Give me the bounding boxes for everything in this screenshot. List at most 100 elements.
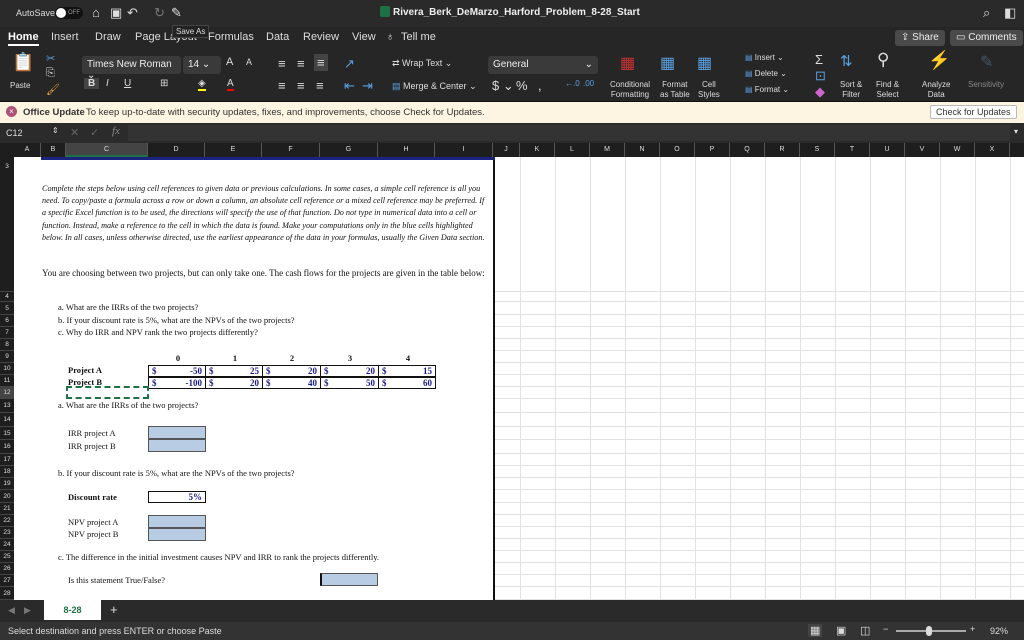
tab-draw[interactable]: Draw <box>95 31 121 43</box>
tab-review[interactable]: Review <box>303 31 339 43</box>
row-header-18[interactable]: 18 <box>0 466 14 478</box>
cut-icon[interactable]: ✂ <box>46 52 55 65</box>
decrease-decimal-icon[interactable]: .00 <box>583 79 594 88</box>
column-header-J[interactable]: J <box>493 143 520 157</box>
function-icon[interactable]: fx <box>112 125 120 137</box>
font-color-icon[interactable]: A <box>227 78 234 91</box>
column-header-M[interactable]: M <box>590 143 625 157</box>
row-header-3[interactable]: 3 <box>0 162 14 292</box>
cash-flow-cell[interactable]: $60 <box>378 377 436 389</box>
cash-flow-cell[interactable]: $20 <box>262 365 321 377</box>
row-header-13[interactable]: 13 <box>0 399 14 413</box>
true-false-input[interactable] <box>320 573 378 586</box>
cash-flow-cell[interactable]: $20 <box>320 365 379 377</box>
column-header-Q[interactable]: Q <box>730 143 765 157</box>
column-header-U[interactable]: U <box>870 143 905 157</box>
cash-flow-cell[interactable]: $20 <box>205 377 263 389</box>
worksheet-grid[interactable]: Complete the steps below using cell refe… <box>14 157 1024 600</box>
cash-flow-cell[interactable]: $ -50 <box>148 365 206 377</box>
cash-flow-cell[interactable]: $25 <box>205 365 263 377</box>
row-header-11[interactable]: 11 <box>0 375 14 387</box>
row-header-24[interactable]: 24 <box>0 539 14 551</box>
tab-insert[interactable]: Insert <box>51 31 79 43</box>
page-layout-view-icon[interactable]: ▣ <box>836 624 846 637</box>
italic-button[interactable]: I <box>106 78 109 89</box>
column-header-V[interactable]: V <box>905 143 940 157</box>
row-header-6[interactable]: 6 <box>0 315 14 327</box>
row-header-12[interactable]: 12 <box>0 387 14 399</box>
check-for-updates-button[interactable]: Check for Updates <box>930 105 1017 119</box>
column-header-T[interactable]: T <box>835 143 870 157</box>
zoom-slider[interactable] <box>896 626 966 636</box>
merge-center-button[interactable]: ▤ Merge & Center ⌄ <box>392 81 477 92</box>
fill-color-icon[interactable]: ◈ <box>198 78 206 91</box>
clear-icon[interactable]: ◆ <box>815 84 825 100</box>
find-select-label[interactable]: Find & Select <box>876 80 899 100</box>
orientation-icon[interactable]: ↗ <box>344 56 355 72</box>
enter-icon[interactable]: ✓ <box>90 126 99 139</box>
percent-icon[interactable]: % <box>516 78 528 93</box>
sensitivity-label[interactable]: Sensitivity <box>968 80 1004 90</box>
conditional-formatting-icon[interactable]: ▦ <box>620 53 635 73</box>
column-header-L[interactable]: L <box>555 143 590 157</box>
autosum-icon[interactable]: Σ <box>815 52 823 67</box>
conditional-formatting-label[interactable]: Conditional Formatting <box>610 80 650 100</box>
column-header-O[interactable]: O <box>660 143 695 157</box>
sort-filter-icon[interactable]: ⇅ <box>840 52 853 70</box>
column-header-B[interactable]: B <box>41 143 66 157</box>
normal-view-icon[interactable]: ▦ <box>808 624 823 637</box>
row-header-7[interactable]: 7 <box>0 327 14 339</box>
tab-formulas[interactable]: Formulas <box>208 31 254 43</box>
font-name-select[interactable]: Times New Roman ⌄ <box>82 56 181 81</box>
align-right-icon[interactable]: ≡ <box>316 78 324 93</box>
redo-icon[interactable]: ↻ <box>154 5 165 21</box>
irr-b-input[interactable] <box>148 439 206 452</box>
close-icon[interactable]: × <box>6 106 17 117</box>
row-header-15[interactable]: 15 <box>0 427 14 440</box>
zoom-in-button[interactable]: + <box>970 624 975 634</box>
align-middle-icon[interactable]: ≡ <box>297 56 305 71</box>
column-header-F[interactable]: F <box>262 143 320 157</box>
row-header-27[interactable]: 27 <box>0 575 14 587</box>
row-header-28[interactable]: 28 <box>0 587 14 600</box>
zoom-slider-thumb[interactable] <box>926 626 932 636</box>
column-header-W[interactable]: W <box>940 143 975 157</box>
row-header-10[interactable]: 10 <box>0 363 14 375</box>
tell-me[interactable]: Tell me <box>401 31 436 43</box>
next-sheet-icon[interactable]: ▶ <box>24 605 31 616</box>
increase-decimal-icon[interactable]: ←.0 <box>565 79 580 88</box>
insert-button[interactable]: ▤ Insert ⌄ <box>745 53 784 62</box>
column-header-C[interactable]: C <box>66 143 148 157</box>
borders-icon[interactable]: ⊞ <box>160 78 168 89</box>
row-header-20[interactable]: 20 <box>0 490 14 503</box>
document-title[interactable]: Rivera_Berk_DeMarzo_Harford_Problem_8-28… <box>393 7 640 18</box>
currency-icon[interactable]: $ ⌄ <box>492 78 514 94</box>
add-sheet-button[interactable]: + <box>110 602 118 617</box>
increase-font-icon[interactable]: A <box>226 56 233 68</box>
discount-rate-cell[interactable]: 5% <box>148 491 206 503</box>
row-header-16[interactable]: 16 <box>0 440 14 454</box>
analyze-data-label[interactable]: Analyze Data <box>922 80 950 100</box>
column-header-I[interactable]: I <box>435 143 493 157</box>
row-header-25[interactable]: 25 <box>0 551 14 563</box>
npv-b-input[interactable] <box>148 528 206 541</box>
cell-styles-icon[interactable]: ▦ <box>697 53 712 73</box>
tab-home[interactable]: Home <box>8 31 39 46</box>
format-as-table-icon[interactable]: ▦ <box>660 53 675 73</box>
page-break-view-icon[interactable]: ◫ <box>860 624 870 637</box>
delete-button[interactable]: ▤ Delete ⌄ <box>745 69 787 78</box>
row-header-23[interactable]: 23 <box>0 527 14 539</box>
font-size-select[interactable]: 14 ⌄ <box>183 56 221 74</box>
align-bottom-icon[interactable]: ≡ <box>314 54 328 71</box>
row-header-19[interactable]: 19 <box>0 478 14 490</box>
column-header-G[interactable]: G <box>320 143 378 157</box>
column-header-X[interactable]: X <box>975 143 1010 157</box>
npv-a-input[interactable] <box>148 515 206 528</box>
find-select-icon[interactable]: ⚲ <box>877 50 889 70</box>
comments-button[interactable]: ▭ Comments <box>950 30 1023 46</box>
sheet-tab-8-28[interactable]: 8-28 <box>44 600 101 620</box>
increase-indent-icon[interactable]: ⇥ <box>362 78 373 94</box>
cell-styles-label[interactable]: Cell Styles <box>698 80 720 100</box>
account-icon[interactable]: ◧ <box>1004 5 1016 21</box>
row-header-21[interactable]: 21 <box>0 503 14 515</box>
